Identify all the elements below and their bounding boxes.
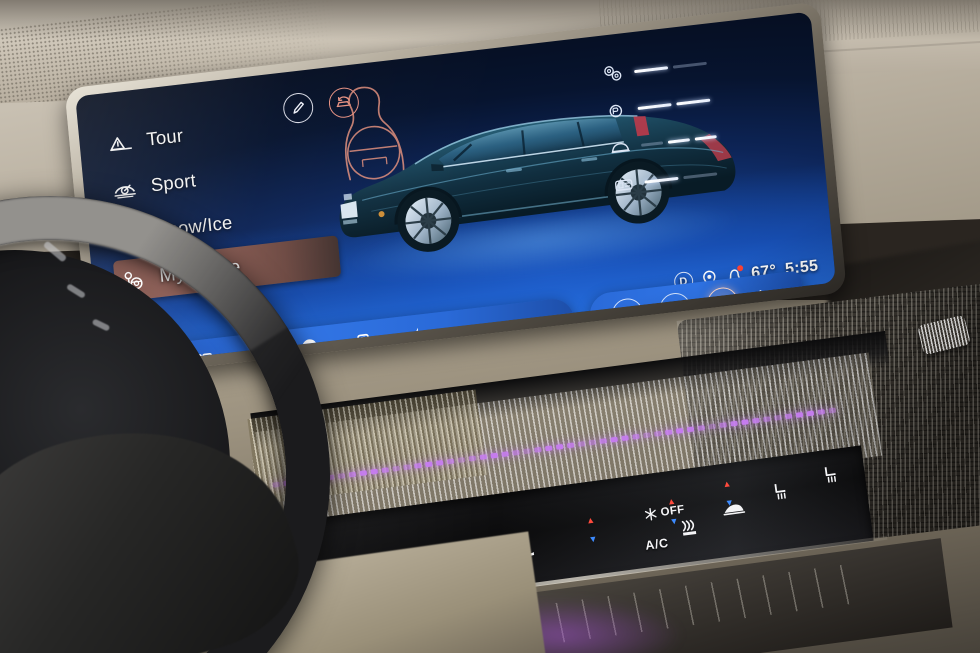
ambient-led — [424, 460, 433, 467]
car-interior-scene: Tour Sport Snow/Ice My Mode D 67° 5:55 ▲… — [0, 0, 980, 653]
ambient-led — [490, 452, 498, 459]
driver-seat-heat-button[interactable] — [770, 479, 793, 508]
ambient-led — [577, 440, 586, 447]
ambient-led — [675, 427, 684, 434]
ambient-led — [643, 431, 651, 438]
ambient-led — [512, 449, 520, 456]
vehicle-settings-panel[interactable] — [600, 39, 813, 209]
ambient-led — [599, 437, 608, 444]
setting-bars-steering[interactable] — [634, 61, 707, 74]
ambient-led — [697, 424, 706, 431]
ambient-led — [762, 415, 771, 422]
setting-bar-segment[interactable] — [667, 137, 691, 145]
ambient-led — [806, 409, 815, 416]
ambient-led — [446, 457, 455, 464]
ambient-led — [752, 417, 760, 424]
ambient-led — [479, 453, 488, 460]
traction-car-icon — [614, 179, 633, 191]
setting-bars-suspension[interactable] — [641, 134, 717, 148]
ambient-led — [566, 441, 575, 448]
ambient-led — [435, 459, 444, 466]
setting-bar-segment[interactable] — [641, 141, 664, 148]
setting-bar-segment[interactable] — [694, 134, 717, 141]
ambient-led — [795, 411, 804, 418]
ambient-led — [533, 446, 542, 453]
setting-bar-segment[interactable] — [644, 176, 679, 184]
ambient-led — [414, 462, 422, 469]
passenger-seat-heat-button[interactable] — [820, 462, 843, 491]
ambient-led — [730, 420, 738, 427]
rear-defrost-icon — [681, 519, 697, 536]
ambient-led — [348, 471, 357, 477]
pencil-icon — [293, 101, 304, 114]
ambient-led — [653, 430, 662, 437]
setting-bar-segment[interactable] — [637, 102, 672, 111]
ambient-led — [468, 455, 477, 461]
setting-bars-brakes[interactable] — [637, 98, 711, 111]
ambient-led — [708, 423, 717, 429]
ambient-led — [370, 468, 379, 475]
steering-icon — [604, 66, 622, 81]
rear-defrost-button[interactable] — [678, 514, 701, 543]
ambient-led — [741, 418, 749, 425]
ambient-led — [523, 447, 531, 454]
heated-seat-icon — [774, 483, 786, 500]
setting-bar-segment[interactable] — [676, 98, 711, 106]
ambient-led — [457, 456, 466, 463]
ambient-led — [621, 434, 629, 441]
ambient-led — [381, 466, 389, 473]
ambient-led — [359, 469, 368, 476]
drive-mode-label: Tour — [145, 123, 185, 150]
ambient-led — [773, 414, 782, 421]
setting-bar-segment[interactable] — [672, 61, 707, 69]
suspension-icon — [611, 143, 630, 154]
ambient-led — [784, 412, 793, 419]
ambient-led — [664, 428, 673, 435]
ambient-led — [610, 436, 618, 443]
ambient-led — [828, 407, 836, 413]
notification-badge — [736, 264, 744, 272]
tour-road-icon — [110, 136, 132, 151]
ambient-led — [588, 439, 597, 445]
setting-bar-segment[interactable] — [634, 65, 669, 74]
drive-mode-label: Sport — [149, 168, 197, 195]
setting-bar-segment[interactable] — [683, 172, 718, 180]
ambient-led — [719, 421, 727, 428]
speedometer-icon — [114, 184, 136, 199]
ambient-led — [555, 443, 564, 450]
ac-button[interactable]: A/C — [644, 536, 669, 553]
ambient-led — [632, 433, 640, 440]
ambient-led — [501, 450, 509, 457]
ambient-led — [403, 463, 411, 470]
ambient-led — [337, 472, 346, 479]
ambient-led — [392, 465, 400, 472]
ambient-led — [686, 425, 695, 432]
front-defrost-button[interactable] — [720, 499, 747, 525]
brake-disc-icon — [609, 104, 623, 118]
ambient-led — [817, 408, 826, 415]
front-defrost-icon — [723, 504, 746, 516]
setting-bars-traction[interactable] — [644, 172, 718, 184]
ambient-led — [544, 444, 553, 451]
heated-seat-icon — [824, 467, 837, 483]
